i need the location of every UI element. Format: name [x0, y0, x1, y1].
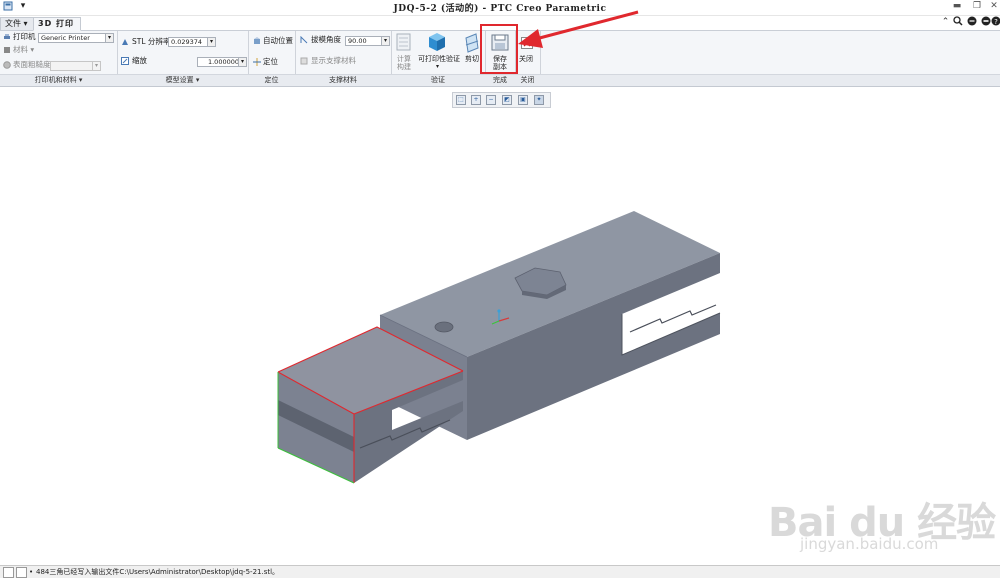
group-label-finish: 完成 — [493, 76, 507, 84]
stl-resolution-label: STL 分辨率 — [132, 37, 171, 46]
scale-label: 缩放 — [132, 56, 147, 65]
printer-icon — [3, 33, 11, 41]
printability-check-icon — [428, 32, 446, 54]
printer-dropdown-icon[interactable]: ▾ — [105, 33, 114, 43]
tab-file[interactable]: 文件 ▾ — [0, 17, 36, 30]
view-manager-icon[interactable]: ✦ — [534, 95, 544, 105]
scale-input[interactable]: 1.000000 — [197, 57, 242, 67]
graphics-toolbar: ⬚ + − ◩ ▣ ✦ — [452, 92, 551, 108]
material-label[interactable]: 材料 ▾ — [13, 45, 34, 55]
title-bar: ▾ JDQ-5-2 (活动的) - PTC Creo Parametric ▬ … — [0, 0, 1000, 16]
search-icon[interactable] — [952, 16, 963, 28]
close-button[interactable]: 关闭 — [517, 55, 535, 63]
scale-dropdown-icon[interactable]: ▾ — [238, 57, 247, 67]
cut-button[interactable]: 剪切 — [463, 55, 481, 63]
printer-select[interactable]: Generic Printer — [38, 33, 109, 43]
surface-roughness-label: 表面粗糙度 — [13, 60, 51, 69]
navigator-toggle-icon[interactable] — [3, 567, 14, 578]
compute-build-icon — [396, 33, 412, 53]
3d-model[interactable] — [277, 211, 721, 484]
display-style-icon[interactable]: ◩ — [502, 95, 512, 105]
show-support-button[interactable]: 显示支撑材料 — [311, 56, 356, 66]
annotation-arrow — [518, 10, 639, 48]
printer-label: 打印机 — [13, 32, 36, 41]
help-icon[interactable]: ? — [990, 16, 1000, 28]
auto-position-button[interactable]: 自动位置 — [263, 36, 293, 46]
cut-icon — [464, 33, 480, 55]
group-label-verify: 验证 — [431, 76, 445, 84]
group-label-position: 定位 — [264, 76, 279, 84]
browser-toggle-icon[interactable] — [16, 567, 27, 578]
stl-icon — [121, 38, 129, 46]
stl-resolution-dropdown-icon[interactable]: ▾ — [207, 37, 216, 47]
position-icon — [253, 58, 261, 66]
maximize-icon[interactable]: ❐ — [972, 1, 982, 11]
group-label-model-settings[interactable]: 模型设置 ▾ — [117, 75, 248, 86]
watermark-url: jingyan.baidu.com — [800, 535, 939, 553]
zoom-out-icon[interactable]: − — [486, 95, 496, 105]
surface-roughness-icon — [3, 61, 11, 69]
status-bar: • 484三角已经写入输出文件C:\Users\Administrator\De… — [0, 565, 1000, 578]
collapse-ribbon-icon[interactable]: ⌃ — [940, 16, 951, 28]
tab-3d-print[interactable]: 3D 打印 — [33, 17, 81, 31]
printability-dropdown-icon[interactable]: ▾ — [436, 62, 439, 72]
scale-icon — [121, 57, 129, 65]
window-title: JDQ-5-2 (活动的) - PTC Creo Parametric — [393, 4, 607, 14]
group-label-printer-material[interactable]: 打印机和材料 ▾ — [0, 75, 117, 86]
zoom-in-icon[interactable]: + — [471, 95, 481, 105]
command-search-icon[interactable] — [966, 16, 977, 28]
ribbon-group-labels: 打印机和材料 ▾ 模型设置 ▾ 定位 支撑材料 验证 完成 关闭 — [0, 74, 1000, 87]
minimize-icon[interactable]: ▬ — [952, 1, 962, 11]
surface-roughness-dropdown-icon[interactable]: ▾ — [92, 61, 101, 71]
auto-position-icon — [253, 37, 261, 45]
stl-resolution-input[interactable]: 0.029374 — [168, 37, 209, 47]
svg-text:?: ? — [994, 18, 998, 26]
show-support-icon — [300, 57, 308, 65]
overhang-angle-label: 拔模角度 — [311, 35, 341, 44]
overhang-angle-icon — [300, 35, 308, 44]
group-label-close: 关闭 — [520, 76, 535, 84]
saved-views-icon[interactable]: ▣ — [518, 95, 528, 105]
group-label-support: 支撑材料 — [329, 76, 357, 84]
message-bullet-icon: • — [29, 568, 34, 576]
compute-build-button[interactable]: 计算 构建 — [393, 55, 415, 71]
surface-roughness-select[interactable] — [50, 61, 96, 71]
status-message: 484三角已经写入输出文件C:\Users\Administrator\Desk… — [36, 568, 280, 576]
refit-icon[interactable]: ⬚ — [456, 95, 466, 105]
position-button[interactable]: 定位 — [263, 57, 278, 67]
overhang-angle-dropdown-icon[interactable]: ▾ — [381, 36, 390, 46]
close-window-icon[interactable]: ✕ — [989, 1, 999, 11]
material-icon — [3, 46, 11, 54]
overhang-angle-input[interactable]: 90.00 — [345, 36, 383, 46]
